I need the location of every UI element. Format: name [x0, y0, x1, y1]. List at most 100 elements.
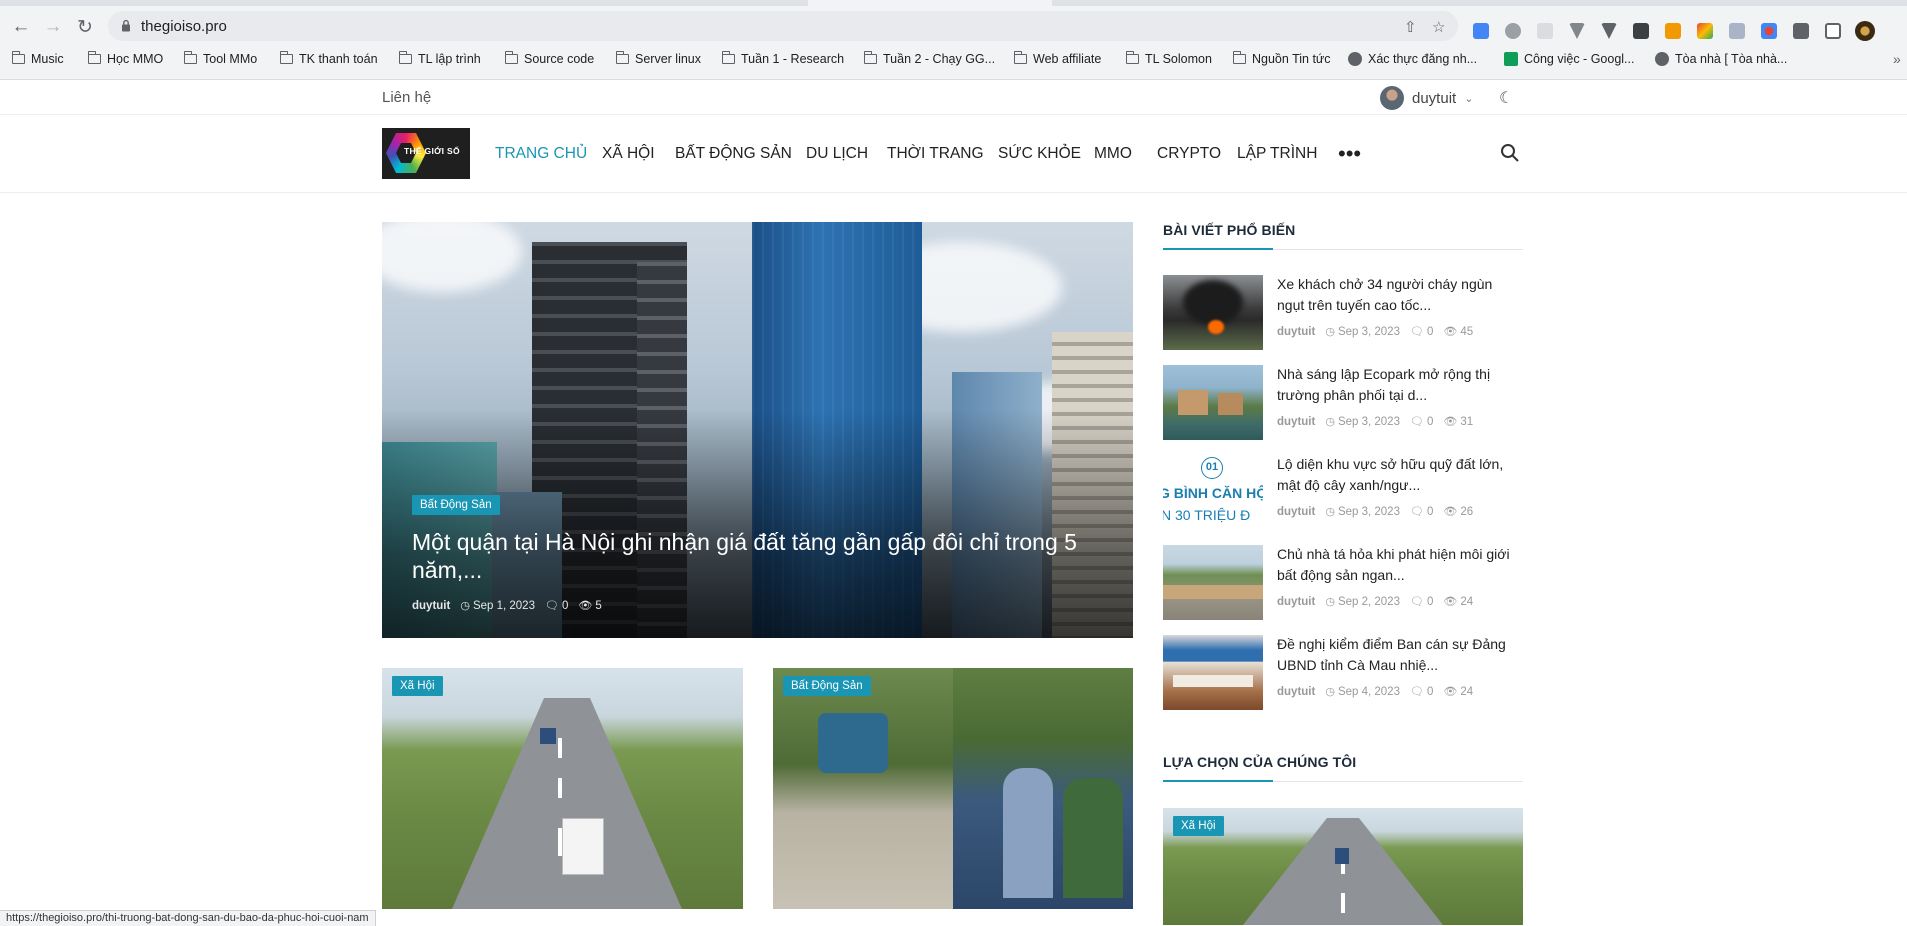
post-author[interactable]: duytuit — [1277, 416, 1315, 428]
search-icon[interactable] — [1500, 143, 1520, 163]
hero-date: Sep 1, 2023 — [472, 599, 535, 612]
post-card-image[interactable]: Xã Hội — [382, 668, 743, 909]
post-author[interactable]: duytuit — [1277, 326, 1315, 338]
profile-avatar[interactable] — [1855, 21, 1875, 41]
post-views: 24 — [1460, 595, 1474, 608]
bookmark-label: Tool MMo — [203, 52, 258, 66]
vue-extension-icon[interactable] — [1569, 23, 1585, 39]
bookmark-item[interactable]: TL lập trình — [398, 51, 481, 66]
popular-post-meta: duytuit ◷ Sep 3, 2023 🗨 0 👁 31 — [1277, 415, 1473, 429]
more-menu-icon[interactable]: ••• — [1338, 141, 1361, 167]
browser-divider — [0, 79, 1907, 80]
hero-category-badge[interactable]: Bất Động Sản — [412, 495, 500, 515]
reload-icon[interactable]: ↻ — [72, 14, 98, 40]
orange-extension-icon[interactable] — [1665, 23, 1681, 39]
menu-item-suc-khoe[interactable]: SỨC KHỎE — [998, 145, 1081, 163]
bookmark-label: Tuần 2 - Chạy GG... — [883, 52, 996, 66]
bookmark-item[interactable]: Tuần 1 - Research — [721, 51, 844, 66]
heading-accent — [1163, 780, 1273, 782]
bookmark-item[interactable]: Web affiliate — [1013, 51, 1101, 66]
post-thumbnail[interactable]: 01 G BÌNH CĂN HỘ N 30 TRIỆU Đ — [1163, 455, 1263, 530]
menu-item-du-lich[interactable]: DU LỊCH — [806, 145, 868, 163]
bookmarks-overflow-icon[interactable]: » — [1893, 51, 1901, 67]
post-comments: 0 — [1426, 505, 1434, 518]
popular-post-meta: duytuit ◷ Sep 4, 2023 🗨 0 👁 24 — [1277, 685, 1473, 699]
bookmark-label: TL lập trình — [418, 52, 481, 66]
bookmark-item[interactable]: TK thanh toán — [279, 51, 378, 66]
featured-post[interactable]: Bất Động Sản Một quận tại Hà Nội ghi nhậ… — [382, 222, 1133, 638]
bookmark-item[interactable]: Công việc - Googl... — [1504, 52, 1634, 66]
pick-category-badge[interactable]: Xã Hội — [1173, 816, 1224, 836]
gear-extension-icon[interactable] — [1505, 23, 1521, 39]
card-category-badge[interactable]: Xã Hội — [392, 676, 443, 696]
popular-post-title[interactable]: Đề nghị kiểm điểm Ban cán sự Đảng UBND t… — [1277, 634, 1522, 676]
menu-item-bat-dong-san[interactable]: BẤT ĐỘNG SẢN — [675, 145, 792, 163]
post-thumbnail[interactable] — [1163, 545, 1263, 620]
card-category-badge[interactable]: Bất Động Sản — [783, 676, 871, 696]
bookmark-item[interactable]: Music — [11, 51, 64, 66]
v-extension-icon[interactable] — [1601, 23, 1617, 39]
bookmark-item[interactable]: Tuần 2 - Chạy GG... — [863, 51, 996, 66]
truck-shape — [562, 818, 604, 875]
color-extension-icon[interactable] — [1697, 23, 1713, 39]
bookmark-item[interactable]: Xác thực đăng nh... — [1348, 52, 1477, 66]
sidepanel-icon[interactable] — [1825, 23, 1841, 39]
post-author[interactable]: duytuit — [1277, 506, 1315, 518]
bookmark-item[interactable]: Server linux — [615, 51, 701, 66]
user-avatar — [1380, 86, 1404, 110]
popular-post-title[interactable]: Xe khách chở 34 người cháy ngùn ngụt trê… — [1277, 274, 1522, 316]
post-author[interactable]: duytuit — [1277, 596, 1315, 608]
bookmark-item[interactable]: TL Solomon — [1125, 51, 1212, 66]
bookmark-item[interactable]: Học MMO — [87, 51, 163, 66]
hero-comments: 0 — [561, 599, 569, 612]
bookmark-item[interactable]: Tool MMo — [183, 51, 258, 66]
menu-item-xa-hoi[interactable]: XÃ HỘI — [602, 145, 655, 163]
post-thumbnail[interactable] — [1163, 635, 1263, 710]
post-thumbnail[interactable] — [1163, 365, 1263, 440]
record-extension-icon[interactable] — [1761, 23, 1777, 39]
bookmark-item[interactable]: Nguồn Tin tức — [1232, 51, 1331, 66]
site-logo[interactable]: THẾ GIỚI SỐ — [382, 128, 470, 179]
hero-author[interactable]: duytuit — [412, 600, 450, 612]
forward-icon[interactable]: → — [40, 14, 66, 40]
popular-post-title[interactable]: Nhà sáng lập Ecopark mở rộng thị trường … — [1277, 364, 1522, 406]
post-author[interactable]: duytuit — [1277, 686, 1315, 698]
post-thumbnail[interactable] — [1163, 275, 1263, 350]
window-extension-icon[interactable] — [1633, 23, 1649, 39]
eye-icon: 👁 — [1443, 686, 1458, 698]
popular-post-title[interactable]: Chủ nhà tá hỏa khi phát hiện môi giới bấ… — [1277, 544, 1522, 586]
logo-text: THẾ GIỚI SỐ — [404, 146, 460, 156]
bookmark-star-icon[interactable]: ☆ — [1432, 18, 1445, 36]
menu-item-thoi-trang[interactable]: THỜI TRANG — [887, 145, 984, 163]
back-icon[interactable]: ← — [8, 14, 34, 40]
pick-card-image[interactable]: Xã Hội — [1163, 808, 1523, 925]
contact-link[interactable]: Liên hệ — [382, 89, 431, 106]
menu-item-crypto[interactable]: CRYPTO — [1157, 145, 1221, 163]
shield-extension-icon[interactable] — [1729, 23, 1745, 39]
comment-icon: 🗨 — [1409, 416, 1424, 428]
moon-icon[interactable]: ☾ — [1499, 88, 1513, 108]
post-comments: 0 — [1426, 685, 1434, 698]
building-shape — [1218, 393, 1243, 415]
address-bar[interactable]: thegioiso.pro ⇧ ☆ — [108, 11, 1458, 41]
address-url[interactable]: thegioiso.pro — [141, 18, 227, 35]
menu-item-trang-chu[interactable]: TRANG CHỦ — [495, 145, 587, 163]
popular-post-meta: duytuit ◷ Sep 2, 2023 🗨 0 👁 24 — [1277, 595, 1474, 609]
person-shape — [1063, 778, 1123, 898]
popular-post-title[interactable]: Lộ diện khu vực sở hữu quỹ đất lớn, mật … — [1277, 454, 1522, 496]
translate-extension-icon[interactable] — [1473, 23, 1489, 39]
clock-icon: ◷ — [1325, 596, 1335, 608]
menu-item-lap-trinh[interactable]: LẬP TRÌNH — [1237, 145, 1317, 163]
hero-title[interactable]: Một quận tại Hà Nội ghi nhận giá đất tăn… — [412, 528, 1092, 584]
puzzle-icon[interactable] — [1793, 23, 1809, 39]
bookmark-label: Công việc - Googl... — [1524, 52, 1635, 66]
share-icon[interactable]: ⇧ — [1404, 18, 1417, 36]
post-card-image[interactable]: Bất Động Sản — [773, 668, 1133, 909]
menu-item-mmo[interactable]: MMO — [1094, 145, 1132, 163]
bookmark-item[interactable]: Source code — [504, 51, 594, 66]
vehicle-shape — [1335, 848, 1349, 864]
user-menu[interactable]: duytuit ⌄ — [1380, 86, 1473, 110]
eye-icon: 👁 — [1443, 326, 1458, 338]
extension-icon[interactable] — [1537, 23, 1553, 39]
bookmark-item[interactable]: Tòa nhà [ Tòa nhà... — [1655, 52, 1787, 66]
